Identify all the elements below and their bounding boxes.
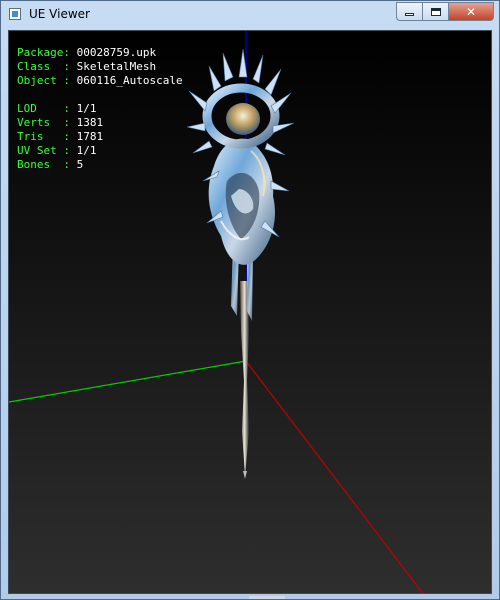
info-row-object: Object : 060116_Autoscale [17,74,183,88]
info-label: UV Set : [17,144,77,157]
info-row-verts: Verts : 1381 [17,116,183,130]
info-label: LOD : [17,102,77,115]
info-label: Verts : [17,116,77,129]
info-value: SkeletalMesh [76,60,157,73]
info-value: 060116_Autoscale [76,74,183,87]
info-label: Object : [17,74,77,87]
info-value: 1381 [76,116,104,129]
maximize-button[interactable] [423,2,449,21]
info-label: Package: [17,46,77,59]
y-axis-line [9,360,247,403]
resize-grip[interactable] [249,596,285,599]
info-row-tris: Tris : 1781 [17,130,183,144]
maximize-icon [430,7,441,16]
window-title: UE Viewer [29,7,90,21]
info-row-class: Class : SkeletalMesh [17,60,183,74]
title-bar[interactable]: UE Viewer ✕ [1,1,499,29]
info-label: Bones : [17,158,77,171]
x-axis-line [245,360,424,593]
minimize-icon [405,13,414,16]
mesh-info-overlay: Package: 00028759.upk Class : SkeletalMe… [17,46,183,172]
info-label: Class : [17,60,77,73]
skeletal-mesh-model [186,48,295,479]
app-window: UE Viewer ✕ Package: 00028759.upk Class … [0,0,500,600]
minimize-button[interactable] [396,2,423,21]
info-label: Tris : [17,130,77,143]
info-value: 5 [76,158,84,171]
info-row-bones: Bones : 5 [17,158,183,172]
info-row-lod: LOD : 1/1 [17,102,183,116]
info-value: 1/1 [76,102,97,115]
info-row-package: Package: 00028759.upk [17,46,183,60]
3d-viewport[interactable]: Package: 00028759.upk Class : SkeletalMe… [8,30,492,594]
info-value: 00028759.upk [76,46,157,59]
info-value: 1781 [76,130,104,143]
caption-buttons: ✕ [396,2,494,21]
app-icon[interactable] [9,8,21,20]
close-button[interactable]: ✕ [449,2,494,21]
close-icon: ✕ [465,4,477,19]
info-value: 1/1 [76,144,97,157]
info-row-uvset: UV Set : 1/1 [17,144,183,158]
